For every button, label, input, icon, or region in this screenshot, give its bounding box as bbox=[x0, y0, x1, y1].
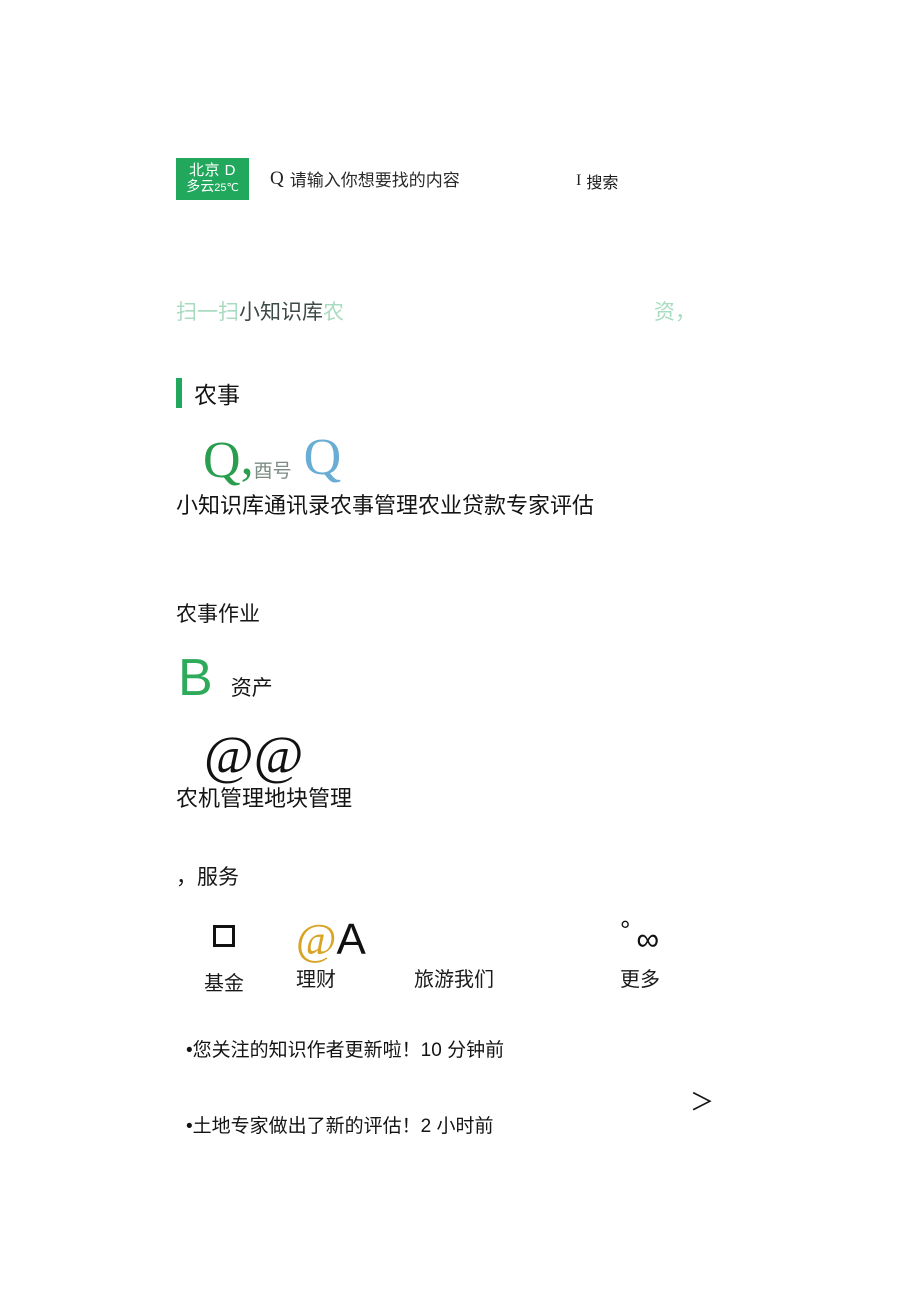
notification-bullet-icon: • bbox=[186, 1040, 193, 1061]
notification-item-1[interactable]: •您关注的知识作者更新啦！10 分钟前 bbox=[186, 1040, 726, 1063]
notification-bullet-icon-2: • bbox=[186, 1115, 193, 1137]
header-bar: 北京 D 多云25℃ Q 请输入你想要找的内容 I 搜索 bbox=[176, 158, 776, 206]
finance-label[interactable]: 理财 bbox=[296, 969, 336, 991]
services-glyph-cluster: @A bbox=[296, 914, 366, 965]
weather-condition: 多云25℃ bbox=[186, 179, 239, 195]
farm-work-labels-row[interactable]: 农机管理地块管理 bbox=[176, 781, 352, 813]
more-glyph-cluster: ° ∞ bbox=[620, 915, 659, 958]
q-green-icon[interactable]: Q bbox=[203, 435, 241, 487]
fund-label: 基金 bbox=[204, 973, 244, 995]
quicklinks-left-group: 扫一扫小知识库农 bbox=[176, 300, 344, 326]
asset-b-icon[interactable]: B bbox=[178, 648, 213, 708]
weather-condition-text: 多云 bbox=[186, 178, 215, 195]
finance-at-icon[interactable]: @ bbox=[296, 914, 337, 965]
notification-item-2[interactable]: •土地专家做出了新的评估！2 小时前 bbox=[186, 1116, 726, 1139]
search-button[interactable]: I 搜索 bbox=[576, 169, 618, 193]
notification-text-1: 您关注的知识作者更新啦！10 分钟前 bbox=[192, 1040, 505, 1061]
weather-city: 北京 D bbox=[188, 162, 236, 180]
notification-spacer bbox=[186, 1063, 726, 1116]
search-icon: Q bbox=[270, 168, 284, 189]
machinery-at-icon[interactable]: @ bbox=[204, 725, 254, 785]
service-item-fund[interactable]: 基金 bbox=[204, 925, 244, 995]
more-label[interactable]: 更多 bbox=[620, 969, 660, 991]
app-page: 北京 D 多云25℃ Q 请输入你想要找的内容 I 搜索 扫一扫小知识库农 资，… bbox=[0, 0, 920, 1301]
asset-label[interactable]: 资产 bbox=[213, 672, 273, 708]
weather-badge[interactable]: 北京 D 多云25℃ bbox=[176, 158, 249, 200]
search-bar[interactable]: Q 请输入你想要找的内容 bbox=[270, 166, 460, 191]
notification-text-2: 土地专家做出了新的评估！2 小时前 bbox=[192, 1115, 494, 1137]
travel-a-icon[interactable]: A bbox=[337, 915, 366, 965]
farming-section-title: 农事 bbox=[176, 376, 240, 410]
q-blue-icon[interactable]: Q bbox=[292, 428, 342, 487]
scan-link[interactable]: 扫一扫 bbox=[176, 301, 239, 324]
farm-link[interactable]: 农 bbox=[323, 301, 344, 324]
services-section-title: ，服务 bbox=[176, 866, 239, 889]
more-infinity-icon[interactable]: ∞ bbox=[630, 915, 659, 958]
search-button-label: 搜索 bbox=[586, 175, 619, 192]
farming-labels-row[interactable]: 小知识库通讯录农事管理农业贷款专家评估 bbox=[176, 488, 594, 520]
fund-square-icon bbox=[213, 925, 235, 947]
weather-temperature: 25℃ bbox=[214, 182, 239, 195]
degree-icon: ° bbox=[620, 915, 631, 945]
quicklinks-right-label[interactable]: 资， bbox=[654, 300, 696, 326]
notification-chevron-icon[interactable]: ＞ bbox=[690, 1082, 714, 1117]
land-at-icon[interactable]: @ bbox=[254, 725, 304, 785]
travel-label[interactable]: 旅游我们 bbox=[414, 969, 494, 991]
quicklinks-row: 扫一扫小知识库农 资， bbox=[176, 300, 706, 332]
farming-section-title-text: 农事 bbox=[194, 382, 240, 408]
farm-work-section-title: 农事作业 bbox=[176, 603, 260, 626]
comma-glyph-icon: , bbox=[240, 429, 254, 486]
farm-work-icon-cluster: @@ bbox=[204, 724, 303, 786]
knowledge-base-link[interactable]: 小知识库 bbox=[239, 301, 323, 324]
notification-list: •您关注的知识作者更新啦！10 分钟前 •土地专家做出了新的评估！2 小时前 ＞ bbox=[186, 1040, 726, 1139]
farming-icon-cluster: Q,酉号 Q bbox=[203, 428, 341, 487]
section-accent-bar bbox=[176, 378, 182, 408]
asset-icon-cluster: B 资产 bbox=[178, 648, 273, 708]
search-divider-icon: I bbox=[576, 172, 582, 189]
search-input[interactable]: 请输入你想要找的内容 bbox=[290, 166, 460, 191]
contacts-text-icon[interactable]: 酉号 bbox=[254, 456, 292, 487]
